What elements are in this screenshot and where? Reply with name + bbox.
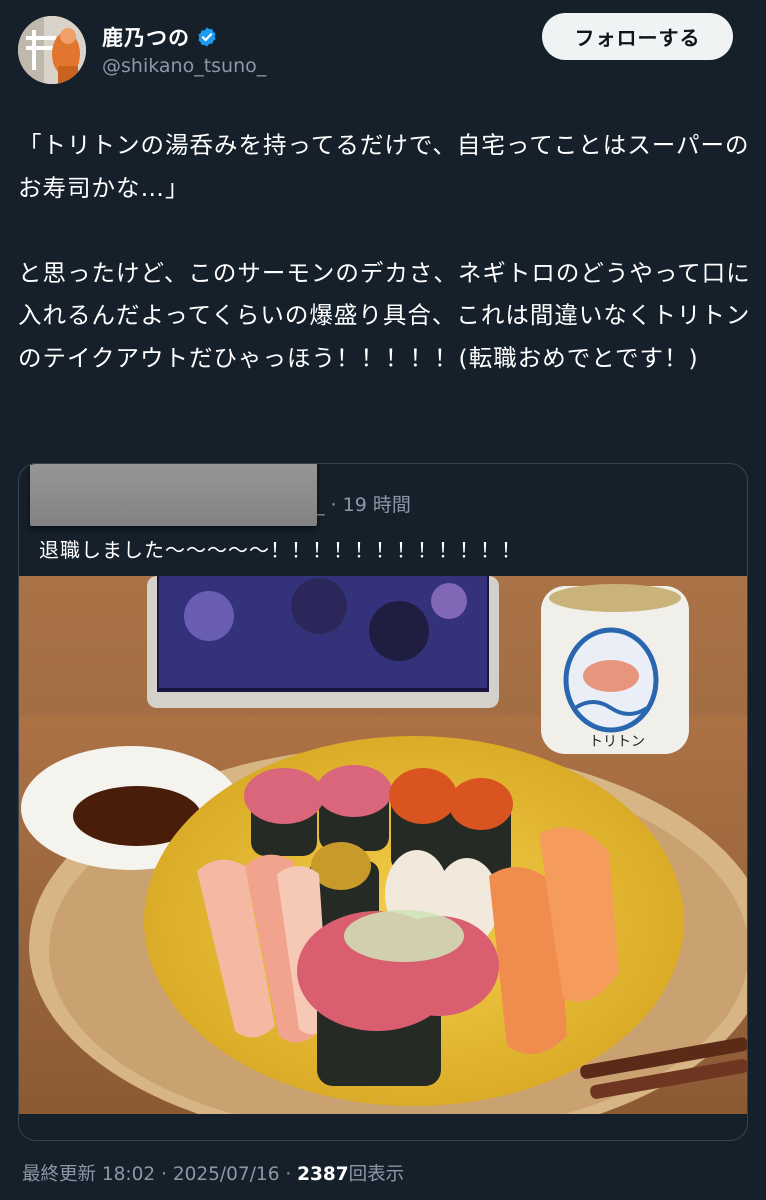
quoted-tweet-text: 退職しました〜〜〜〜〜！！！！！！！！！！！！ [39, 538, 522, 562]
tweet-paragraph-2: と思ったけど、このサーモンのデカさ、ネギトロのどうやって口に入れるんだよってくら… [18, 258, 751, 372]
tweet-meta: 最終更新 18:02 · 2025/07/16 · 2387回表示 [22, 1160, 404, 1186]
tea-cup: トリトン [541, 584, 689, 754]
verified-badge-icon [198, 27, 216, 47]
tweet-paragraph-1: 「トリトンの湯呑みを持ってるだけで、自宅ってことはスーパーのお寿司かな…」 [18, 131, 750, 202]
author-display-name[interactable]: 鹿乃つの [102, 22, 190, 52]
author-name-row: 鹿乃つの [102, 22, 218, 52]
avatar-image [18, 16, 86, 84]
cup-label: トリトン [589, 734, 645, 750]
redacted-author-block [30, 464, 317, 526]
avatar[interactable] [18, 16, 86, 84]
tablet [147, 576, 499, 708]
view-count-label: 回表示 [348, 1164, 405, 1185]
last-updated-timestamp[interactable]: 最終更新 18:02 · 2025/07/16 · [22, 1164, 297, 1185]
author-handle[interactable]: @shikano_tsuno_ [102, 55, 266, 77]
tweet-text: 「トリトンの湯呑みを持ってるだけで、自宅ってことはスーパーのお寿司かな…」 と思… [18, 124, 753, 379]
quoted-tweet-card[interactable]: _ · 19 時間 退職しました〜〜〜〜〜！！！！！！！！！！！！ トリトン [18, 463, 748, 1141]
follow-button[interactable]: フォローする [542, 13, 733, 60]
quoted-tweet-time: _ · 19 時間 [315, 494, 411, 516]
view-count: 2387 [297, 1164, 349, 1185]
sushi-photo[interactable]: トリトン [19, 576, 748, 1114]
